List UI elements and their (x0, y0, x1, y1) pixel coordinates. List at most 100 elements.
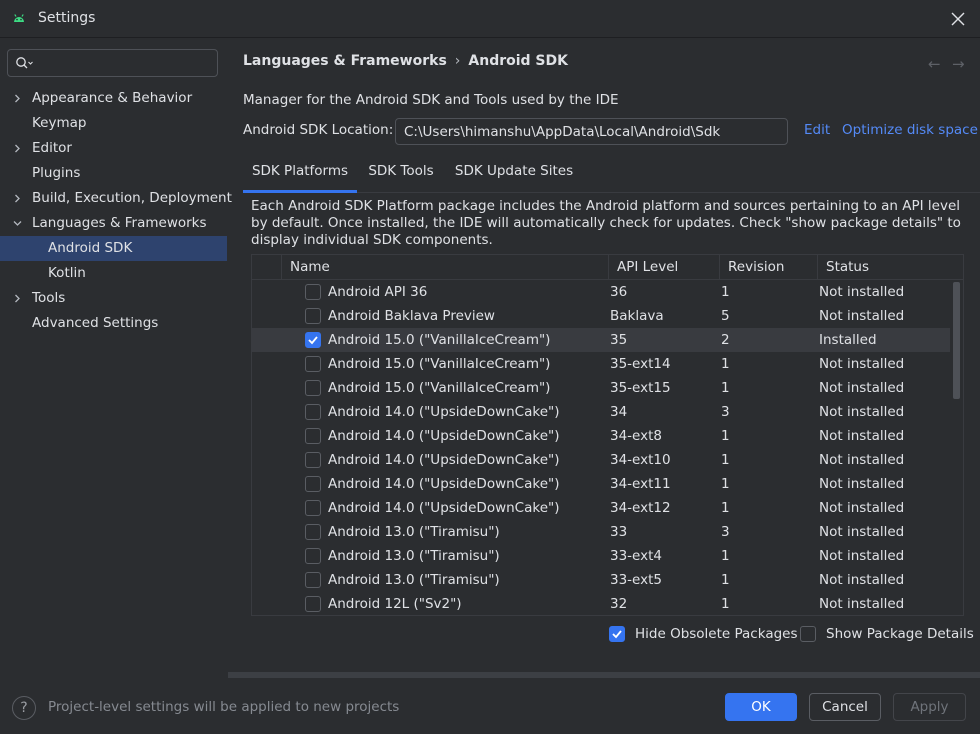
table-row[interactable]: Android 14.0 ("UpsideDownCake") 34-ext12 1… (252, 496, 950, 520)
sidebar-item-label: Appearance & Behavior (32, 90, 193, 106)
table-header: Name API Level Revision Status (252, 255, 963, 280)
ok-button[interactable]: OK (725, 693, 797, 721)
search-input[interactable] (36, 53, 212, 73)
cell-revision: 3 (721, 524, 730, 540)
cell-status: Not installed (819, 572, 905, 588)
sidebar-item-advanced-settings[interactable]: Advanced Settings (0, 311, 227, 336)
close-icon[interactable] (948, 9, 968, 29)
title-bar: Settings (0, 0, 980, 38)
sdk-location-input[interactable] (395, 118, 788, 145)
row-checkbox[interactable] (305, 500, 321, 516)
table-row[interactable]: Android 14.0 ("UpsideDownCake") 34-ext8 1 N… (252, 424, 950, 448)
table-row[interactable]: Android 14.0 ("UpsideDownCake") 34 3 Not in… (252, 400, 950, 424)
cell-api-level: Baklava (610, 308, 664, 324)
sidebar-item-android-sdk[interactable]: Android SDK (0, 236, 227, 261)
edit-link[interactable]: Edit (804, 122, 830, 138)
chevron-right-icon[interactable] (12, 293, 23, 304)
sidebar-item-tools[interactable]: Tools (0, 286, 227, 311)
cell-revision: 5 (721, 308, 730, 324)
tab-sdk-update-sites[interactable]: SDK Update Sites (445, 155, 583, 193)
table-row[interactable]: Android 15.0 ("VanillaIceCream") 35 2 Insta… (252, 328, 950, 352)
row-checkbox[interactable] (305, 572, 321, 588)
sidebar-item-languages-frameworks[interactable]: Languages & Frameworks (0, 211, 227, 236)
row-checkbox[interactable] (305, 308, 321, 324)
row-checkbox[interactable] (305, 428, 321, 444)
row-checkbox[interactable] (305, 548, 321, 564)
cell-status: Not installed (819, 428, 905, 444)
chevron-right-icon[interactable] (12, 93, 23, 104)
hide-obsolete-label: Hide Obsolete Packages (635, 626, 798, 642)
cell-revision: 1 (721, 428, 730, 444)
cell-api-level: 34-ext12 (610, 500, 671, 516)
back-arrow-icon[interactable]: ← (928, 55, 944, 73)
sidebar-item-plugins[interactable]: Plugins (0, 161, 227, 186)
cancel-button[interactable]: Cancel (809, 693, 881, 721)
row-checkbox[interactable] (305, 284, 321, 300)
table-row[interactable]: Android 14.0 ("UpsideDownCake") 34-ext10 1… (252, 448, 950, 472)
row-checkbox[interactable] (305, 404, 321, 420)
table-row[interactable]: Android 15.0 ("VanillaIceCream") 35-ext15… (252, 376, 950, 400)
row-checkbox[interactable] (305, 476, 321, 492)
sidebar-item-editor[interactable]: Editor (0, 136, 227, 161)
tab-description: Each Android SDK Platform package includ… (251, 198, 961, 248)
column-header-revision[interactable]: Revision (719, 255, 817, 280)
sidebar-item-label: Plugins (32, 165, 81, 181)
sidebar-item-label: Editor (32, 140, 72, 156)
table-row[interactable]: Android 15.0 ("VanillaIceCream") 35-ext14… (252, 352, 950, 376)
cell-revision: 1 (721, 284, 730, 300)
sidebar-item-label: Kotlin (48, 265, 86, 281)
table-scrollbar[interactable] (951, 280, 963, 615)
scrollbar-thumb[interactable] (953, 282, 960, 399)
cell-api-level: 34-ext11 (610, 476, 671, 492)
column-header-status[interactable]: Status (817, 255, 963, 280)
row-checkbox[interactable] (305, 356, 321, 372)
table-row[interactable]: Android 12L ("Sv2") 32 1 Not installed (252, 592, 950, 615)
cell-package-name: Android 13.0 ("Tiramisu") (328, 548, 500, 564)
column-header-name[interactable]: Name (281, 255, 608, 280)
breadcrumb-parent[interactable]: Languages & Frameworks (243, 53, 447, 69)
hide-obsolete-checkbox[interactable] (609, 626, 625, 642)
row-checkbox[interactable] (305, 596, 321, 612)
tab-sdk-tools[interactable]: SDK Tools (357, 155, 445, 193)
cell-revision: 2 (721, 332, 730, 348)
cell-package-name: Android 14.0 ("UpsideDownCake") (328, 428, 560, 444)
row-checkbox[interactable] (305, 332, 321, 348)
cell-revision: 3 (721, 404, 730, 420)
settings-search[interactable] (7, 49, 218, 77)
forward-arrow-icon[interactable]: → (952, 55, 968, 73)
table-row[interactable]: Android 14.0 ("UpsideDownCake") 34-ext11 1… (252, 472, 950, 496)
cell-package-name: Android 14.0 ("UpsideDownCake") (328, 500, 560, 516)
table-row[interactable]: Android 13.0 ("Tiramisu") 33 3 Not installe… (252, 520, 950, 544)
table-row[interactable]: Android 13.0 ("Tiramisu") 33-ext4 1 Not ins… (252, 544, 950, 568)
optimize-disk-space-link[interactable]: Optimize disk space (842, 122, 978, 138)
help-icon[interactable]: ? (12, 696, 36, 720)
row-checkbox[interactable] (305, 524, 321, 540)
sidebar-item-label: Advanced Settings (32, 315, 159, 331)
apply-button[interactable]: Apply (893, 693, 966, 721)
search-icon[interactable] (15, 56, 33, 70)
row-checkbox[interactable] (305, 380, 321, 396)
tab-sdk-platforms[interactable]: SDK Platforms (243, 155, 357, 193)
chevron-right-icon[interactable] (12, 193, 23, 204)
cell-revision: 1 (721, 500, 730, 516)
cell-package-name: Android 14.0 ("UpsideDownCake") (328, 452, 560, 468)
sdk-platforms-table: Name API Level Revision Status Android A… (251, 254, 964, 616)
cell-api-level: 33-ext5 (610, 572, 662, 588)
row-checkbox[interactable] (305, 452, 321, 468)
column-header-api-level[interactable]: API Level (608, 255, 719, 280)
cell-status: Not installed (819, 500, 905, 516)
horizontal-scrollbar[interactable] (228, 672, 980, 678)
table-row[interactable]: Android Baklava Preview Baklava 5 Not insta… (252, 304, 950, 328)
cell-revision: 1 (721, 380, 730, 396)
sidebar-item-kotlin[interactable]: Kotlin (0, 261, 227, 286)
cell-api-level: 34-ext10 (610, 452, 671, 468)
sidebar-item-keymap[interactable]: Keymap (0, 111, 227, 136)
table-row[interactable]: Android 13.0 ("Tiramisu") 33-ext5 1 Not ins… (252, 568, 950, 592)
chevron-down-icon[interactable] (12, 218, 23, 229)
chevron-right-icon[interactable] (12, 143, 23, 154)
sidebar-item-build-execution-deployment[interactable]: Build, Execution, Deployment (0, 186, 232, 211)
table-row[interactable]: Android API 36 36 1 Not installed (252, 280, 950, 304)
show-details-checkbox[interactable] (800, 626, 816, 642)
sidebar-item-appearance-behavior[interactable]: Appearance & Behavior (0, 86, 227, 111)
cell-package-name: Android Baklava Preview (328, 308, 495, 324)
